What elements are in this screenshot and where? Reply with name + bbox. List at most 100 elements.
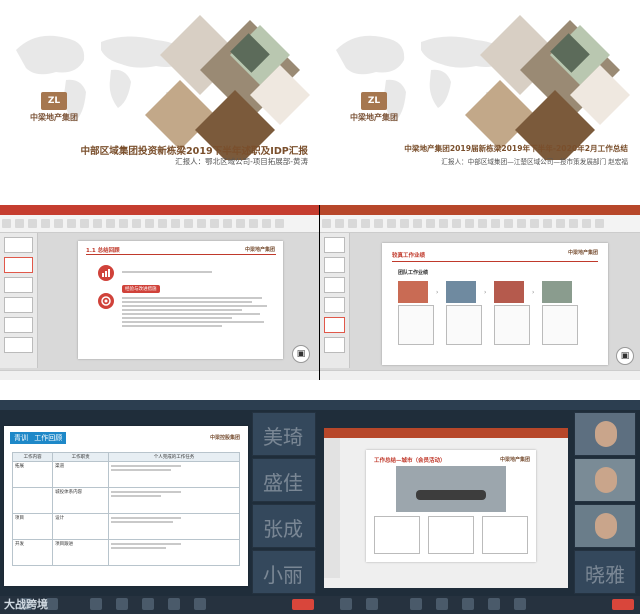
tool-icon[interactable]	[15, 219, 24, 228]
slide-thumbnail[interactable]	[4, 237, 33, 253]
slide-thumbnail[interactable]	[324, 337, 345, 353]
logo-text: 中梁地产集团	[350, 113, 398, 122]
tool-icon[interactable]	[465, 219, 474, 228]
share-icon[interactable]	[90, 598, 102, 610]
participants-icon[interactable]	[116, 598, 128, 610]
tool-icon[interactable]	[361, 219, 370, 228]
tool-icon[interactable]	[119, 219, 128, 228]
tool-icon[interactable]	[106, 219, 115, 228]
attendee-tile[interactable]: 张成	[252, 504, 316, 548]
tool-icon[interactable]	[517, 219, 526, 228]
ribbon-toolbar[interactable]	[320, 215, 640, 233]
photo-thumbnail	[398, 281, 428, 303]
tool-icon[interactable]	[439, 219, 448, 228]
slide-canvas[interactable]: 较真工作业绩 中梁地产集团 团队工作业绩 › › ›	[382, 243, 608, 365]
tool-icon[interactable]	[556, 219, 565, 228]
attendee-name: 小丽	[263, 563, 303, 587]
tool-icon[interactable]	[530, 219, 539, 228]
slide-thumbnail[interactable]	[4, 337, 33, 353]
ribbon-toolbar[interactable]	[0, 215, 319, 233]
tool-icon[interactable]	[452, 219, 461, 228]
attendee-tile[interactable]: 美琦	[252, 412, 316, 456]
tool-icon[interactable]	[171, 219, 180, 228]
tool-icon[interactable]	[504, 219, 513, 228]
slide-thumbnail[interactable]	[4, 297, 33, 313]
shared-slide: 青训 工作回顾 中梁控股集团 工作内容 工作职责 个人完成的工作任务 拓展 渠道…	[4, 426, 248, 586]
tool-icon[interactable]	[197, 219, 206, 228]
tool-icon[interactable]	[67, 219, 76, 228]
tool-icon[interactable]	[2, 219, 11, 228]
tool-icon[interactable]	[54, 219, 63, 228]
tool-icon[interactable]	[335, 219, 344, 228]
camera-icon[interactable]	[366, 598, 378, 610]
chat-icon[interactable]	[462, 598, 474, 610]
tool-icon[interactable]	[184, 219, 193, 228]
slide-thumbnail[interactable]	[4, 257, 33, 273]
tool-icon[interactable]	[595, 219, 604, 228]
tool-icon[interactable]	[93, 219, 102, 228]
slide-thumbnail[interactable]	[324, 277, 345, 293]
slide-thumbnail[interactable]	[324, 237, 345, 253]
tool-icon[interactable]	[413, 219, 422, 228]
tool-icon[interactable]	[348, 219, 357, 228]
leave-button[interactable]	[292, 599, 314, 610]
attendee-tile[interactable]: 晓雅	[574, 550, 636, 594]
tool-icon[interactable]	[158, 219, 167, 228]
record-icon[interactable]	[168, 598, 180, 610]
tool-icon[interactable]	[387, 219, 396, 228]
slide-thumbnail[interactable]	[324, 317, 345, 333]
meeting-toolbar	[320, 596, 640, 614]
tool-icon[interactable]	[80, 219, 89, 228]
tool-icon[interactable]	[262, 219, 271, 228]
share-icon[interactable]	[410, 598, 422, 610]
leave-button[interactable]	[612, 599, 634, 610]
attendee-video[interactable]	[574, 412, 636, 456]
slide-thumbnail[interactable]	[324, 297, 345, 313]
tool-icon[interactable]	[249, 219, 258, 228]
more-icon[interactable]	[514, 598, 526, 610]
bar-chart-icon	[98, 265, 114, 281]
slide-canvas[interactable]: 1.1 总结回顾 中梁地产集团 经验与改进措施	[78, 241, 283, 359]
tool-icon[interactable]	[41, 219, 50, 228]
heading-rule	[86, 254, 276, 255]
tool-icon[interactable]	[426, 219, 435, 228]
attendee-video[interactable]	[574, 504, 636, 548]
participants-icon[interactable]	[436, 598, 448, 610]
status-bar	[0, 370, 319, 380]
tool-icon[interactable]	[275, 219, 284, 228]
attendee-video[interactable]	[574, 458, 636, 502]
slide-thumbnail[interactable]	[4, 317, 33, 333]
slide-heading: 1.1 总结回顾	[86, 248, 120, 254]
tool-icon[interactable]	[582, 219, 591, 228]
chat-icon[interactable]	[142, 598, 154, 610]
cover-slide-left: ZL 中梁地产集团 中部区域集团投资新栋梁2019下半年述职及IDP汇报 汇报人…	[0, 0, 320, 205]
more-icon[interactable]	[194, 598, 206, 610]
tool-icon[interactable]	[569, 219, 578, 228]
tool-icon[interactable]	[400, 219, 409, 228]
slide-thumbnails	[0, 233, 38, 368]
tool-icon[interactable]	[145, 219, 154, 228]
slide-thumbnail[interactable]	[4, 277, 33, 293]
badge-label: 青训	[14, 434, 28, 442]
tool-icon[interactable]	[491, 219, 500, 228]
tool-icon[interactable]	[322, 219, 331, 228]
attendee-tile[interactable]: 小丽	[252, 550, 316, 594]
tool-icon[interactable]	[28, 219, 37, 228]
section-badge: 经验与改进措施	[122, 285, 160, 293]
record-icon[interactable]	[488, 598, 500, 610]
tool-icon[interactable]	[223, 219, 232, 228]
tool-icon[interactable]	[236, 219, 245, 228]
fit-slide-icon[interactable]: ▣	[292, 345, 310, 363]
tool-icon[interactable]	[478, 219, 487, 228]
attendee-name: 美琦	[263, 425, 303, 449]
mic-icon[interactable]	[340, 598, 352, 610]
tool-icon[interactable]	[132, 219, 141, 228]
tool-icon[interactable]	[543, 219, 552, 228]
tool-icon[interactable]	[374, 219, 383, 228]
attendee-tile[interactable]: 盛佳	[252, 458, 316, 502]
slide-canvas[interactable]: 工作总结—城市（会员活动） 中梁地产集团	[366, 450, 536, 562]
slide-thumbnail[interactable]	[324, 257, 345, 273]
tool-icon[interactable]	[210, 219, 219, 228]
fit-slide-icon[interactable]: ▣	[616, 347, 634, 365]
slide-thumbnails	[324, 438, 340, 578]
